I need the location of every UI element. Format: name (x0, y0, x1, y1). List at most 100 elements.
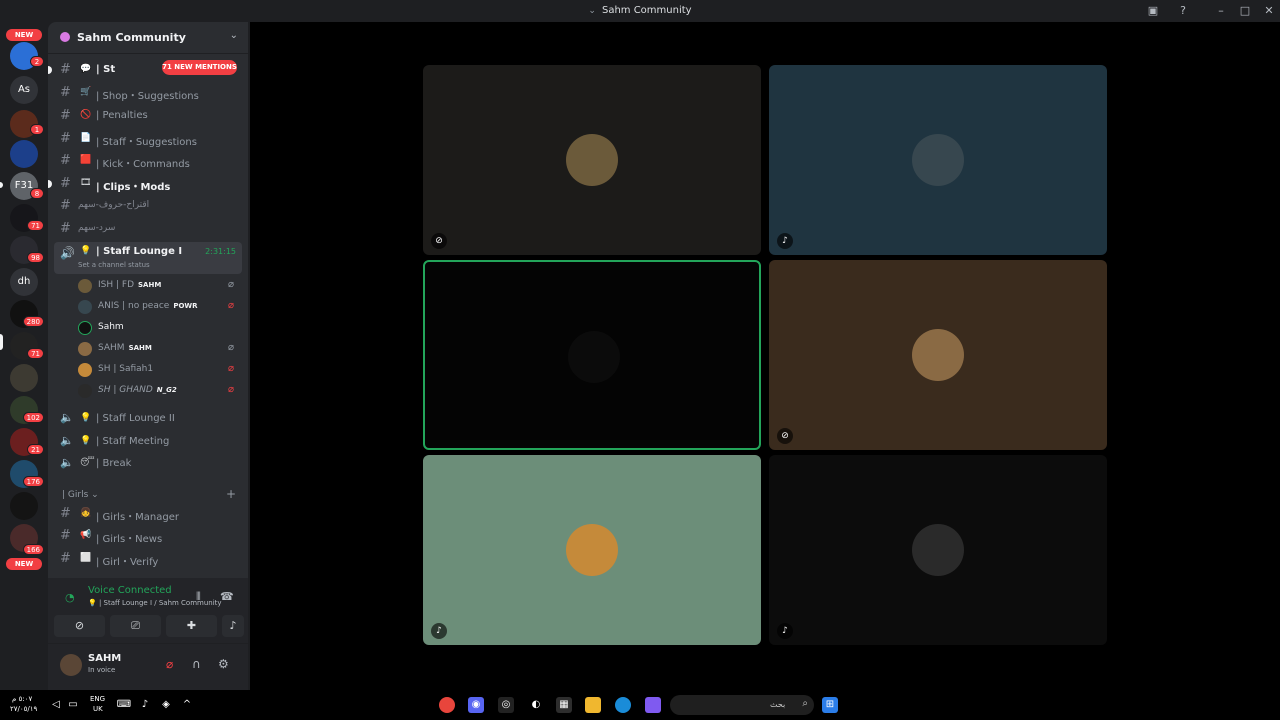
user-tag: SAHM (138, 281, 162, 289)
noise-suppression-icon[interactable]: ⦀ (196, 590, 201, 604)
help-icon[interactable]: ? (1176, 4, 1190, 18)
server-badge: 1 (30, 124, 44, 135)
chrome-icon[interactable] (439, 697, 455, 713)
volume-icon[interactable]: ◁ (48, 697, 64, 713)
channel-item[interactable]: # 🚫 | Penalties (54, 106, 242, 126)
participant-tile[interactable]: ⊘ (769, 260, 1107, 450)
avatar (78, 342, 92, 356)
tray-app-icon[interactable]: ◈ (158, 697, 174, 713)
soundboard-button[interactable]: ♪ (222, 615, 244, 637)
voice-user[interactable]: SAHM SAHM ⌀ (78, 339, 242, 359)
user-name: ISH | FD (98, 280, 134, 290)
mic-off-icon: ⌀ (227, 384, 234, 395)
language-code[interactable]: ENG (90, 695, 105, 703)
user-name[interactable]: SAHM (88, 653, 121, 664)
channel-item[interactable]: # 🛒 | Shop・Suggestions (54, 83, 242, 103)
sleep-icon: 😴 (80, 458, 95, 468)
channel-label: | St (96, 64, 116, 75)
network-icon[interactable]: ▭ (65, 697, 81, 713)
edge-icon[interactable] (615, 697, 631, 713)
mic-muted-icon[interactable]: ⌀ (166, 657, 173, 671)
chevron-up-icon[interactable]: ^ (179, 697, 195, 713)
channel-item[interactable]: # 📢 | Girls・News (54, 526, 242, 546)
discord-icon[interactable]: ◉ (468, 697, 484, 713)
avatar[interactable] (60, 654, 82, 676)
steelseries-icon[interactable]: ◎ (498, 697, 514, 713)
voice-user[interactable]: Sahm (78, 318, 242, 338)
channel-label: | Penalties (96, 110, 148, 121)
voice-channel-item[interactable]: 🔈 💡 | Staff Meeting (54, 432, 242, 452)
clock-time[interactable]: ٥:٠٧ م (12, 695, 32, 703)
voice-user[interactable]: ANIS | no peace POWR ⌀ (78, 297, 242, 317)
user-tag: N_G2 (156, 386, 177, 394)
participant-avatar (912, 524, 964, 576)
server-icon[interactable] (10, 364, 38, 392)
channel-item[interactable]: # اقتراح-حروف-سهم (54, 196, 242, 216)
active-voice-channel[interactable]: 🔊 💡 | Staff Lounge I 2:31:15 Set a chann… (54, 242, 242, 274)
new-mentions-pill[interactable]: 71 NEW MENTIONS (162, 60, 237, 75)
mic-icon[interactable]: ♪ (137, 697, 153, 713)
activities-button[interactable]: ✚ (166, 615, 217, 637)
channel-label: | Kick・Commands (96, 159, 190, 170)
participant-tile[interactable]: ⊘ (423, 65, 761, 255)
white-square-icon: ⬜ (80, 553, 92, 563)
maximize-button[interactable]: □ (1238, 4, 1252, 18)
channel-item[interactable]: # ⬜ | Girl・Verify (54, 549, 242, 569)
server-icon[interactable]: As (10, 76, 38, 104)
share-screen-button[interactable]: ⎚ (110, 615, 161, 637)
participant-tile[interactable]: ♪ (423, 455, 761, 645)
server-icon[interactable] (10, 492, 38, 520)
signal-icon[interactable]: ◔ (65, 591, 75, 604)
voice-user[interactable]: SH | GHAND N_G2 ⌀ (78, 381, 242, 401)
server-icon[interactable]: dh (10, 268, 38, 296)
title-bar: ⌄ Sahm Community ▣ ? – □ ✕ (0, 0, 1280, 22)
voice-channel-item[interactable]: 🔈 😴 | Break (54, 454, 242, 474)
voice-connected-title[interactable]: Voice Connected (88, 585, 172, 596)
hash-icon: # (60, 176, 71, 191)
participant-tile-speaking[interactable] (423, 260, 761, 450)
clock-date[interactable]: ٢٧/٠٥/١٩ (10, 705, 37, 713)
user-name: SH | GHAND (98, 385, 153, 395)
channel-item[interactable]: # 👧 | Girls・Manager (54, 504, 242, 524)
channel-item[interactable]: # سرد-سهم (54, 219, 242, 239)
channel-item[interactable]: # 🎞 | Clips・Mods (54, 174, 242, 194)
channel-item[interactable]: # 📄 | Staff・Suggestions (54, 129, 242, 149)
copilot-icon[interactable] (645, 697, 661, 713)
participant-tile[interactable]: ♪ (769, 65, 1107, 255)
participant-tile[interactable]: ♪ (769, 455, 1107, 645)
guild-header[interactable]: Sahm Community ⌄ (48, 22, 248, 54)
camera-off-button[interactable]: ⊘ (54, 615, 105, 637)
channel-status[interactable]: Set a channel status (78, 261, 150, 269)
folder-icon[interactable] (585, 697, 601, 713)
window-title: Sahm Community (601, 5, 692, 16)
add-channel-icon[interactable]: + (226, 487, 236, 501)
language-region[interactable]: UK (93, 705, 103, 713)
chevron-down-icon[interactable]: ⌄ (230, 30, 238, 41)
store-icon[interactable]: ▦ (556, 697, 572, 713)
speech-icon: 💬 (80, 64, 92, 74)
gear-icon[interactable]: ⚙ (218, 657, 229, 671)
inbox-icon[interactable]: ▣ (1146, 4, 1160, 18)
minimize-button[interactable]: – (1214, 4, 1228, 18)
disconnect-icon[interactable]: ☎ (220, 590, 234, 603)
voice-connected-subtitle[interactable]: 💡 | Staff Lounge I / Sahm Community (88, 599, 222, 607)
user-status: In voice (88, 666, 116, 674)
headphones-icon[interactable]: ∩ (192, 657, 201, 671)
red-square-icon: 🟥 (80, 155, 92, 165)
steam-icon[interactable]: ◐ (528, 697, 544, 713)
category-header[interactable]: | Girls ⌄ (62, 490, 99, 500)
keyboard-icon[interactable]: ⌨ (116, 697, 132, 713)
server-icon[interactable] (10, 140, 38, 168)
windows-start-icon[interactable]: ⊞ (822, 697, 838, 713)
user-panel: SAHM In voice ⌀ ∩ ⚙ (48, 644, 248, 690)
user-name: SH | Safiah1 (98, 364, 154, 374)
voice-user[interactable]: SH | Safiah1 ⌀ (78, 360, 242, 380)
no-entry-icon: 🚫 (80, 110, 92, 120)
hash-icon: # (60, 551, 71, 566)
voice-user[interactable]: ISH | FD SAHM ⌀ (78, 276, 242, 296)
taskbar-search[interactable]: بحث ⌕ (670, 695, 814, 715)
channel-item[interactable]: # 🟥 | Kick・Commands (54, 151, 242, 171)
server-badge: 2 (30, 56, 44, 67)
voice-channel-item[interactable]: 🔈 💡 | Staff Lounge II (54, 409, 242, 429)
close-button[interactable]: ✕ (1262, 4, 1276, 18)
